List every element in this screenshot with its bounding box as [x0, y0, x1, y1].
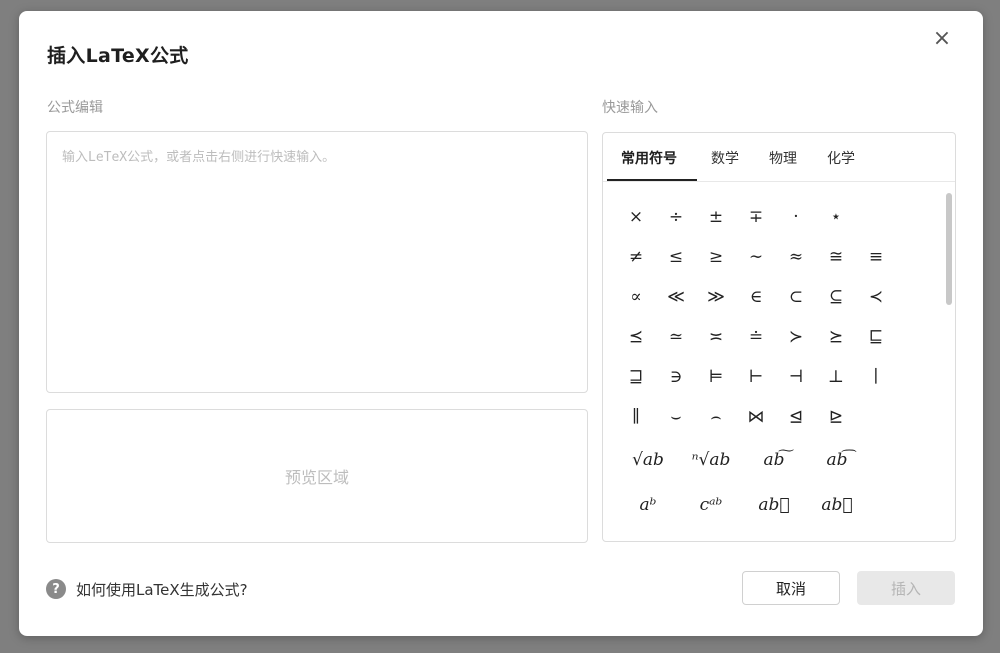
preview-placeholder: 预览区域 — [284, 468, 349, 487]
symbol-button[interactable]: ≍ — [696, 322, 736, 352]
symbol-button[interactable]: ⊵ — [816, 402, 856, 432]
help-icon[interactable]: ? — [46, 579, 66, 599]
symbol-button[interactable]: ∓ — [736, 202, 776, 232]
symbol-button[interactable]: ≪ — [656, 282, 696, 312]
symbol-button[interactable]: ∥ — [616, 402, 656, 432]
symbol-button[interactable]: ≐ — [736, 322, 776, 352]
close-icon[interactable]: × — [932, 28, 952, 50]
symbol-button[interactable]: ab͡ — [817, 445, 857, 475]
symbol-scrollbar[interactable] — [946, 193, 952, 305]
symbol-button[interactable]: ⊂ — [776, 282, 816, 312]
symbol-button[interactable]: ∈ — [736, 282, 776, 312]
symbol-button[interactable]: ≅ — [816, 242, 856, 272]
symbol-button[interactable]: √ab — [628, 445, 668, 475]
symbol-button[interactable]: ≤ — [656, 242, 696, 272]
symbol-button[interactable]: ⊥ — [816, 362, 856, 392]
symbol-button[interactable]: ab⃖ — [754, 490, 794, 520]
symbol-button[interactable]: · — [776, 202, 816, 232]
symbol-grid: × ÷ ± ∓ · ⋆ ≠ ≤ ≥ ∼ ≈ ≅ ≡ ∝ ≪ ≫ ∈ ⊂ ⊆ ≺ ⪯ ≃ ≍ ≐ ≻ ⪰ ⊑ ⊒ ∋ ⊨ ⊢ ⊣ ⊥ ∣ ∥ ⌣ ⌢ ⋈ ⊴ ⊵… — [603, 133, 943, 541]
quick-input-label: 快速输入 — [602, 100, 658, 116]
symbol-button[interactable]: ≺ — [856, 282, 896, 312]
symbol-button[interactable]: ⊨ — [696, 362, 736, 392]
symbol-button[interactable]: ⊢ — [736, 362, 776, 392]
dialog-title: 插入LaTeX公式 — [47, 45, 189, 67]
symbol-button[interactable]: ⊆ — [816, 282, 856, 312]
symbol-button[interactable]: ⌢ — [696, 402, 736, 432]
preview-area: 预览区域 — [46, 409, 588, 543]
symbol-button[interactable]: ⋆ — [816, 202, 856, 232]
symbol-button[interactable]: ⊒ — [616, 362, 656, 392]
symbol-button[interactable]: ≥ — [696, 242, 736, 272]
symbol-button[interactable]: ∝ — [616, 282, 656, 312]
help-link[interactable]: 如何使用LaTeX生成公式? — [76, 579, 248, 600]
symbol-button[interactable]: ≫ — [696, 282, 736, 312]
symbol-button[interactable]: ∼ — [736, 242, 776, 272]
symbol-button[interactable]: ÷ — [656, 202, 696, 232]
symbol-button[interactable]: ≠ — [616, 242, 656, 272]
symbol-button[interactable]: ⁿ√ab — [691, 445, 731, 475]
symbol-button[interactable]: ⊣ — [776, 362, 816, 392]
symbol-button[interactable]: ≻ — [776, 322, 816, 352]
symbol-button[interactable]: ⋈ — [736, 402, 776, 432]
formula-input[interactable] — [46, 131, 588, 393]
symbol-button[interactable]: ∣ — [856, 362, 896, 392]
symbol-button[interactable]: ∋ — [656, 362, 696, 392]
editor-label: 公式编辑 — [47, 100, 103, 116]
symbol-button[interactable]: ≈ — [776, 242, 816, 272]
symbol-button[interactable]: ⊴ — [776, 402, 816, 432]
symbol-button[interactable]: ± — [696, 202, 736, 232]
cancel-button[interactable]: 取消 — [742, 571, 840, 605]
symbol-button[interactable]: ⊑ — [856, 322, 896, 352]
latex-dialog: 插入LaTeX公式 × 公式编辑 快速输入 预览区域 常用符号 数学 物理 化学… — [19, 11, 983, 636]
symbol-button[interactable]: ⌣ — [656, 402, 696, 432]
symbol-button[interactable]: × — [616, 202, 656, 232]
symbol-button[interactable]: ≃ — [656, 322, 696, 352]
symbol-button[interactable]: cᵃᵇ — [691, 490, 731, 520]
symbol-button[interactable]: ab͠ — [754, 445, 794, 475]
symbol-button[interactable]: ⪯ — [616, 322, 656, 352]
insert-button[interactable]: 插入 — [857, 571, 955, 605]
quick-input-panel: 常用符号 数学 物理 化学 × ÷ ± ∓ · ⋆ ≠ ≤ ≥ ∼ ≈ ≅ ≡ ∝ ≪ ≫ ∈ ⊂ ⊆ ≺ ⪯ ≃ ≍ ≐ ≻ ⪰… — [602, 132, 956, 542]
symbol-button[interactable]: ab⃗ — [817, 490, 857, 520]
symbol-button[interactable]: ≡ — [856, 242, 896, 272]
symbol-button[interactable]: aᵇ — [628, 490, 668, 520]
symbol-button[interactable]: ⪰ — [816, 322, 856, 352]
